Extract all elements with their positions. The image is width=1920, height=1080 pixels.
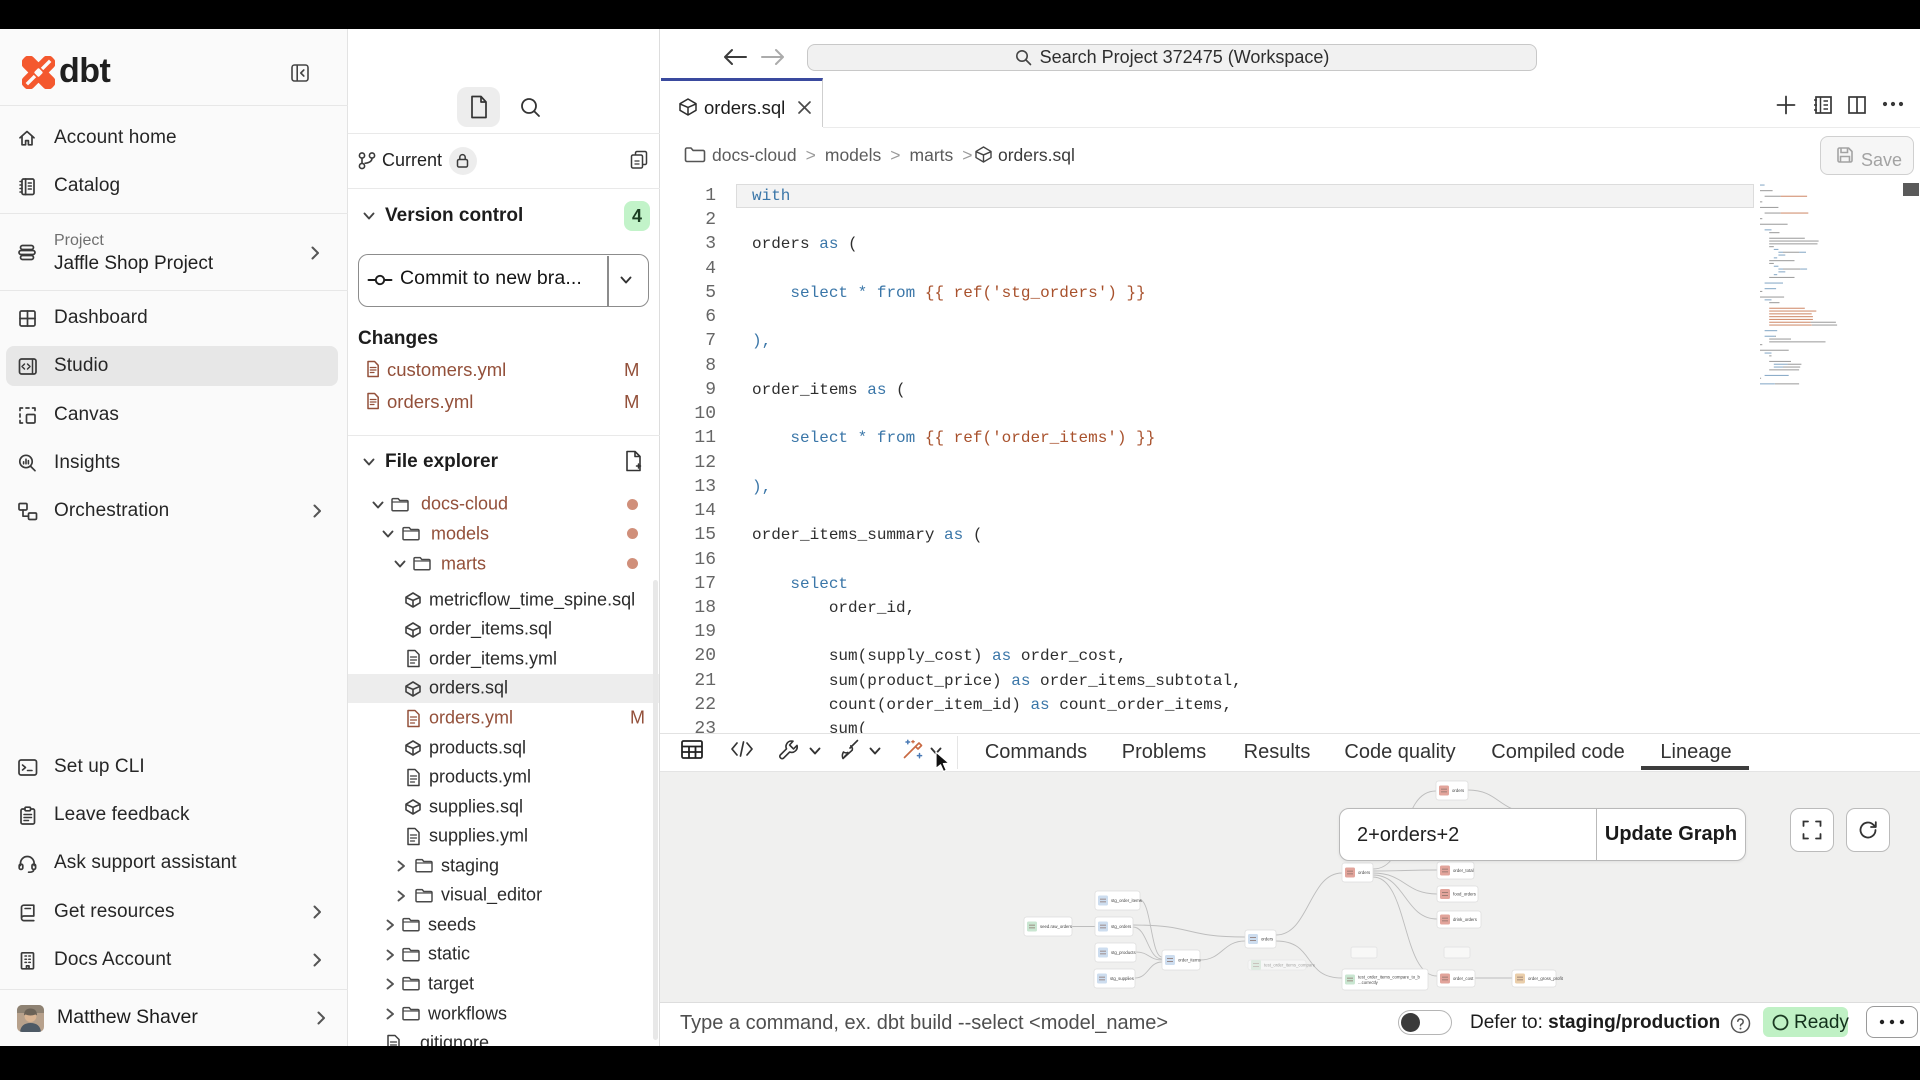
svg-text:orders: orders bbox=[1358, 870, 1370, 875]
svg-text:...correctly: ...correctly bbox=[1358, 980, 1379, 985]
svg-text:order_cost: order_cost bbox=[1453, 976, 1474, 981]
svg-text:test_order_items_compare_to_b: test_order_items_compare_to_b bbox=[1358, 974, 1420, 979]
svg-text:order_gross_profit: order_gross_profit bbox=[1528, 976, 1564, 981]
svg-text:order_items: order_items bbox=[1178, 958, 1201, 963]
svg-text:stg_products: stg_products bbox=[1111, 950, 1136, 955]
svg-text:stg_supplies: stg_supplies bbox=[1110, 976, 1134, 981]
svg-text:food_orders: food_orders bbox=[1453, 892, 1476, 897]
svg-text:orders: orders bbox=[1452, 788, 1464, 793]
svg-text:test_order_items_compare: test_order_items_compare bbox=[1264, 963, 1316, 968]
svg-text:drink_orders: drink_orders bbox=[1453, 917, 1477, 922]
svg-text:stg_orders: stg_orders bbox=[1111, 924, 1131, 929]
svg-text:seed.raw_orders: seed.raw_orders bbox=[1040, 924, 1072, 929]
svg-text:orders: orders bbox=[1261, 937, 1273, 942]
svg-text:order_total: order_total bbox=[1453, 868, 1474, 873]
svg-text:stg_order_items: stg_order_items bbox=[1111, 898, 1142, 903]
